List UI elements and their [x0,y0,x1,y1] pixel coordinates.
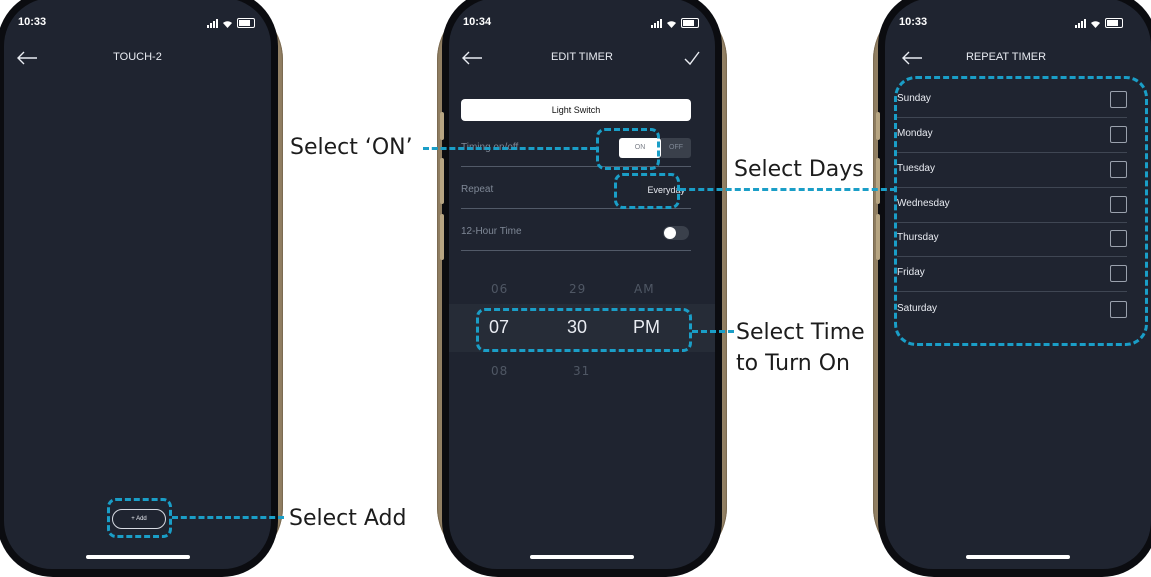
repeat-highlight-box [614,173,680,209]
status-time: 10:33 [899,16,928,28]
repeat-label: Repeat [461,184,494,195]
select-add-callout: Select Add [289,506,407,531]
time-highlight-box [476,308,692,352]
navbar: TOUCH-2 [4,46,271,70]
toggle-knob [664,227,676,239]
picker-minute-below[interactable]: 31 [573,364,590,378]
battery-icon [237,18,255,28]
status-bar: 10:33 [885,16,1151,32]
status-icons [1075,18,1123,28]
picker-ampm-above[interactable]: AM [634,282,655,296]
side-button [876,112,880,140]
navbar: EDIT TIMER [449,46,715,70]
side-button [876,214,880,260]
page-title: REPEAT TIMER [965,51,1047,63]
status-icons [651,18,699,28]
side-button [440,112,444,140]
home-indicator [85,555,190,559]
on-highlight-box [596,128,660,170]
select-time-callout-line1: Select Time [736,320,865,345]
signal-icon [207,18,218,28]
picker-minute-above[interactable]: 29 [569,282,586,296]
select-days-callout: Select Days [734,157,864,182]
hour12-toggle[interactable] [663,226,689,240]
touch2-screen: 10:33 TOUCH-2 + Add [4,0,271,569]
time-connector-line [692,330,734,333]
wifi-icon [223,20,232,28]
phone-touch2: 10:33 TOUCH-2 + Add [0,0,283,577]
status-time: 10:33 [18,16,47,28]
off-button[interactable]: OFF [661,138,691,158]
status-bar: 10:34 [449,16,715,32]
picker-hour-below[interactable]: 08 [491,364,508,378]
home-indicator [966,555,1070,559]
days-connector-line [680,188,896,191]
navbar: REPEAT TIMER [885,46,1151,70]
battery-icon [681,18,699,28]
picker-hour-above[interactable]: 06 [491,282,508,296]
edit-timer-screen: 10:34 EDIT TIMER Light Switch Timing on/… [449,0,715,569]
hour12-row: 12-Hour Time [461,214,691,251]
select-on-callout: Select ‘ON’ [290,135,413,160]
status-icons [207,18,255,28]
signal-icon [1075,18,1086,28]
page-title: TOUCH-2 [113,51,162,63]
home-indicator [530,555,634,559]
add-connector-line [172,516,284,519]
status-bar: 10:33 [4,16,271,32]
wifi-icon [1091,20,1100,28]
days-highlight-box [894,76,1148,346]
side-button [876,158,880,204]
status-time: 10:34 [463,16,492,28]
checkmark-icon[interactable] [683,49,701,67]
add-highlight-box [107,498,172,538]
on-connector-line [423,147,596,150]
phone-edit-timer: 10:34 EDIT TIMER Light Switch Timing on/… [437,0,727,577]
signal-icon [651,18,662,28]
battery-icon [1105,18,1123,28]
side-button [440,214,444,260]
page-title: EDIT TIMER [551,51,613,63]
select-time-callout-line2: to Turn On [736,351,850,376]
side-button [440,158,444,204]
hour12-label: 12-Hour Time [461,226,522,237]
device-name-field[interactable]: Light Switch [461,99,691,121]
wifi-icon [667,20,676,28]
